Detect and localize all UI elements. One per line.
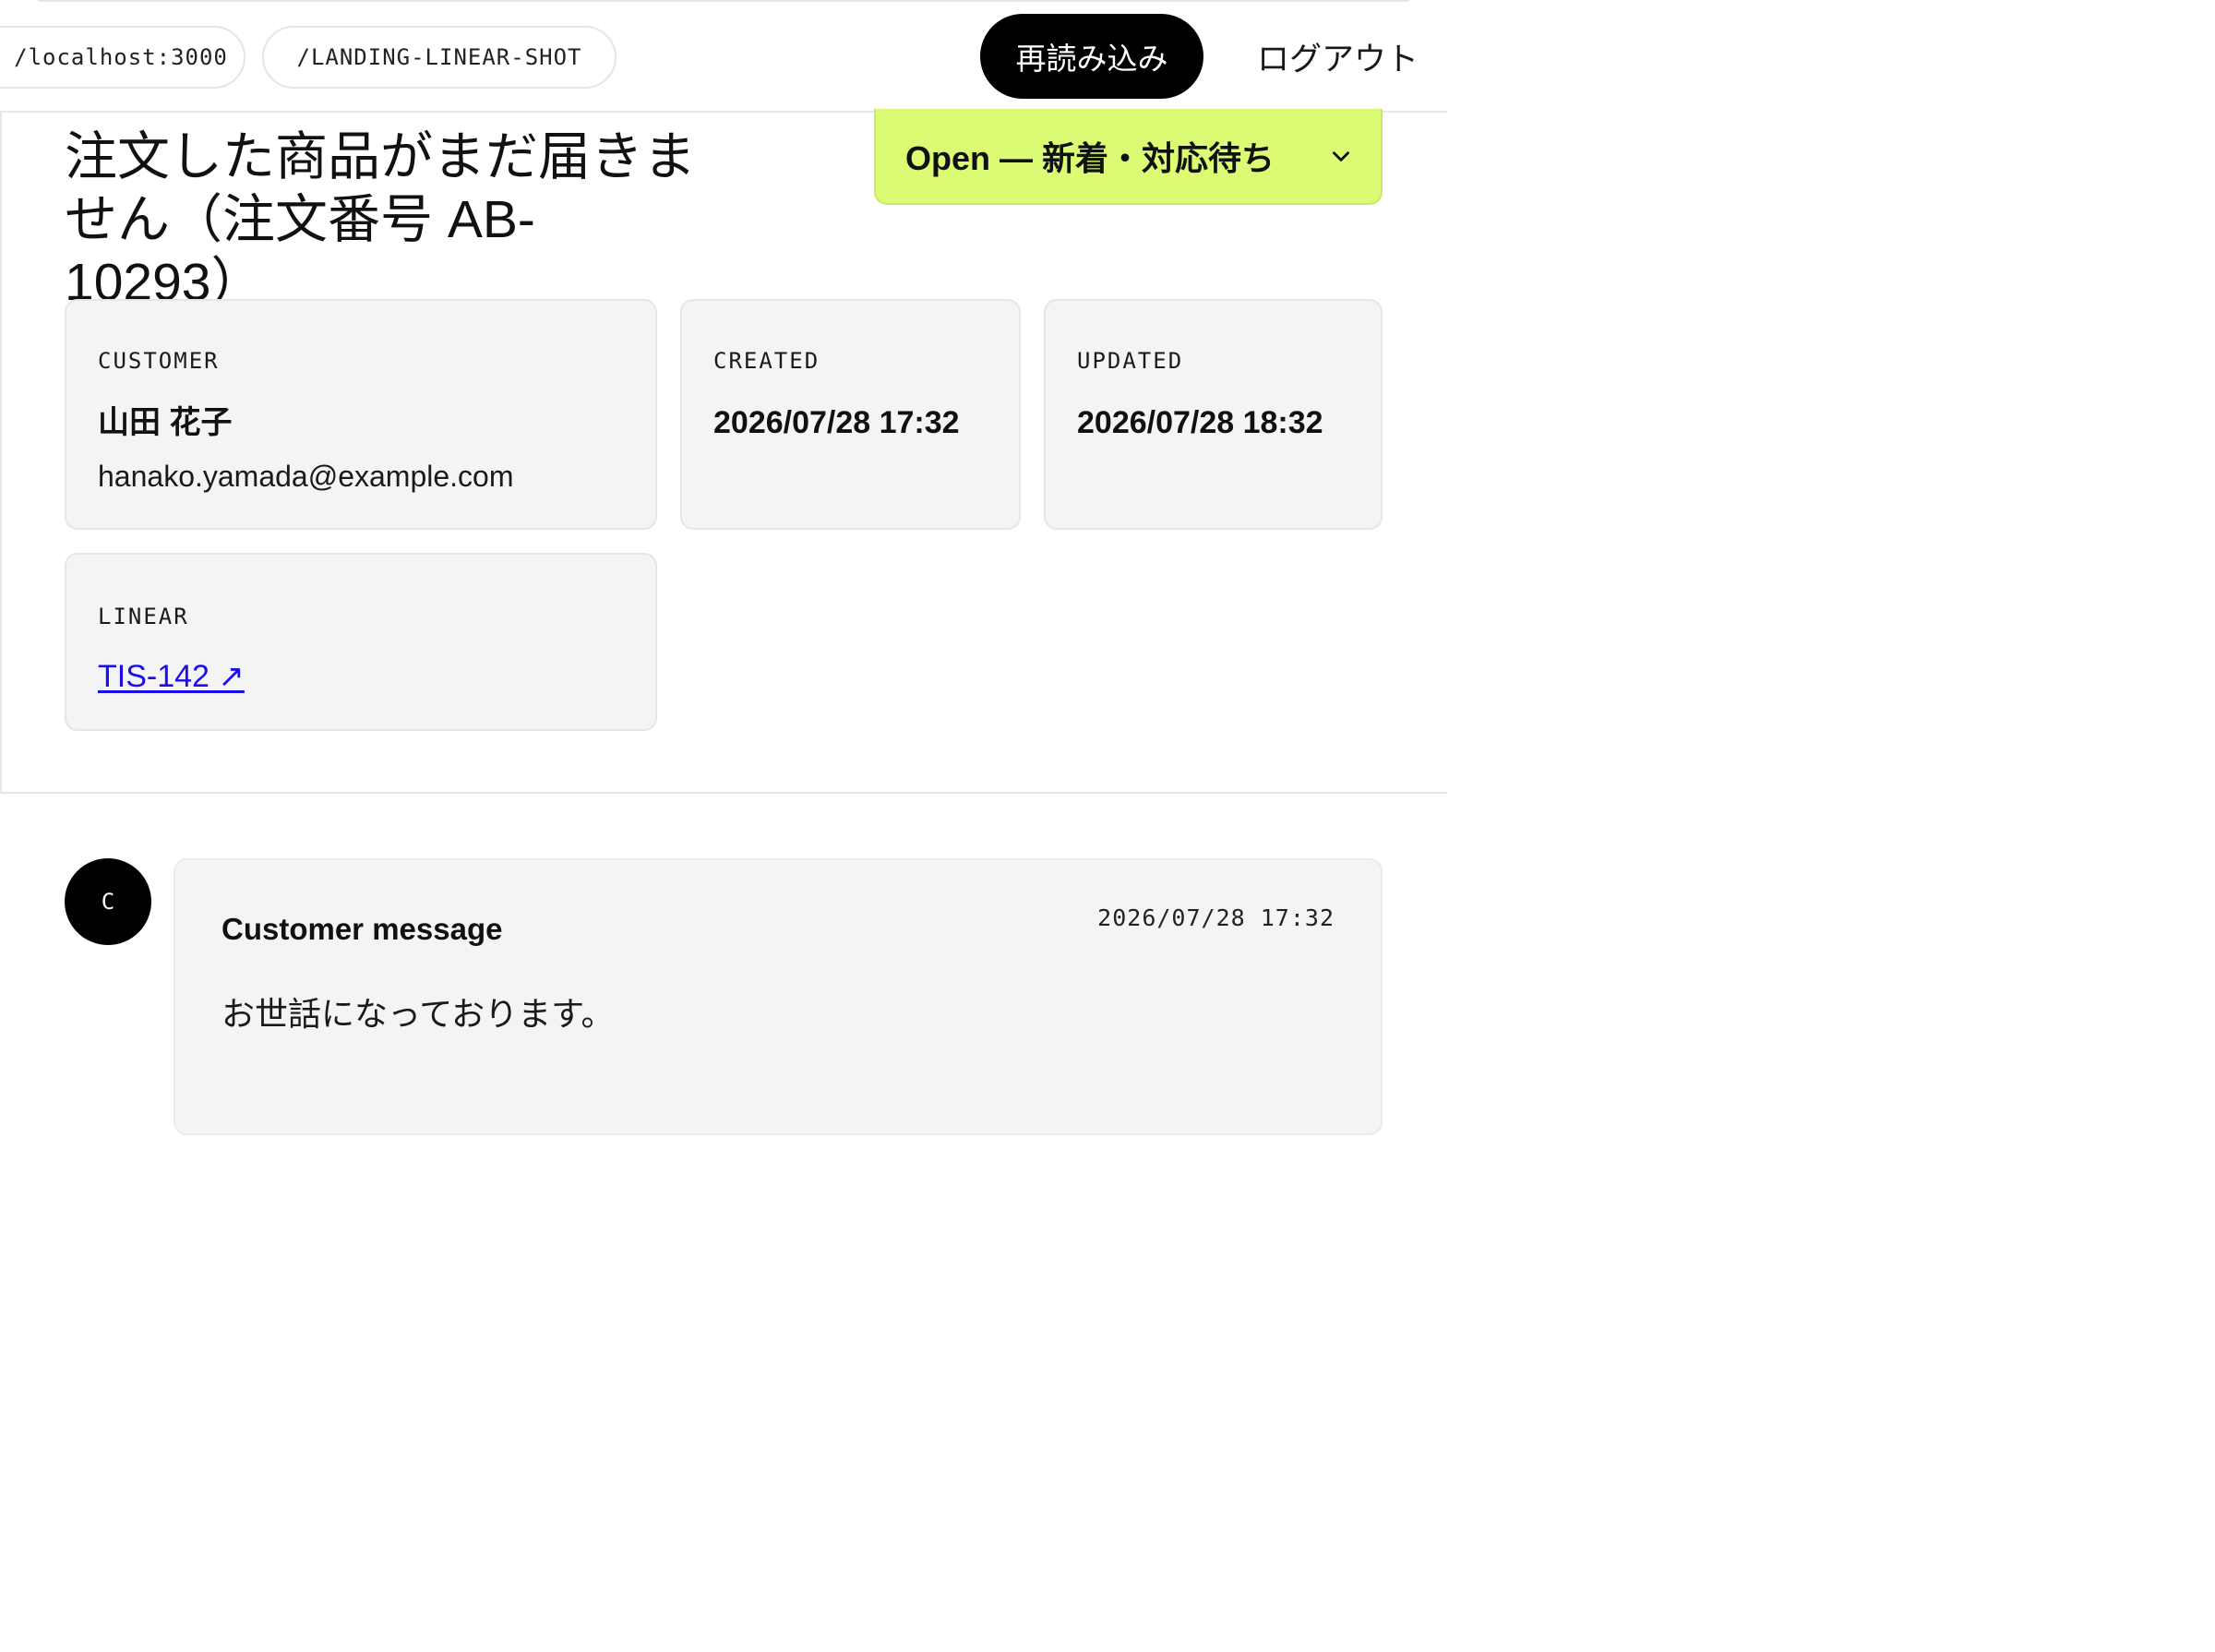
message-author: Customer message	[222, 912, 503, 946]
chevron-down-icon	[1333, 151, 1349, 162]
customer-label: CUSTOMER	[98, 348, 220, 374]
updated-card: UPDATED 2026/07/28 18:32	[1044, 299, 1383, 530]
updated-value: 2026/07/28 18:32	[1077, 405, 1323, 440]
message-card: Customer message 2026/07/28 17:32 お世話になっ…	[174, 858, 1383, 1135]
host-pill: /localhost:3000	[0, 26, 245, 89]
linear-issue-link[interactable]: TIS-142 ↗	[98, 658, 245, 695]
message-timestamp: 2026/07/28 17:32	[1097, 904, 1335, 931]
avatar: C	[65, 858, 151, 945]
linear-card: LINEAR TIS-142 ↗	[65, 553, 657, 731]
customer-card: CUSTOMER 山田 花子 hanako.yamada@example.com	[65, 299, 657, 530]
customer-name: 山田 花子	[98, 405, 233, 440]
reload-button[interactable]: 再読み込み	[980, 14, 1203, 99]
status-select[interactable]: Open — 新着・対応待ち	[874, 109, 1383, 205]
top-bar: /localhost:3000 /LANDING-LINEAR-SHOT 再読み…	[0, 0, 1447, 113]
linear-label: LINEAR	[98, 604, 189, 629]
created-value: 2026/07/28 17:32	[713, 405, 960, 440]
ticket-title: 注文した商品がまだ届きません（注文番号 AB-10293）	[65, 127, 696, 312]
updated-label: UPDATED	[1077, 348, 1184, 374]
path-pill: /LANDING-LINEAR-SHOT	[262, 26, 617, 89]
created-label: CREATED	[713, 348, 820, 374]
logout-link[interactable]: ログアウト	[1257, 33, 1419, 80]
created-card: CREATED 2026/07/28 17:32	[680, 299, 1021, 530]
customer-email: hanako.yamada@example.com	[98, 460, 514, 493]
status-selected-value: Open — 新着・対応待ち	[905, 139, 1275, 177]
message-body: お世話になっております。	[222, 995, 615, 1033]
